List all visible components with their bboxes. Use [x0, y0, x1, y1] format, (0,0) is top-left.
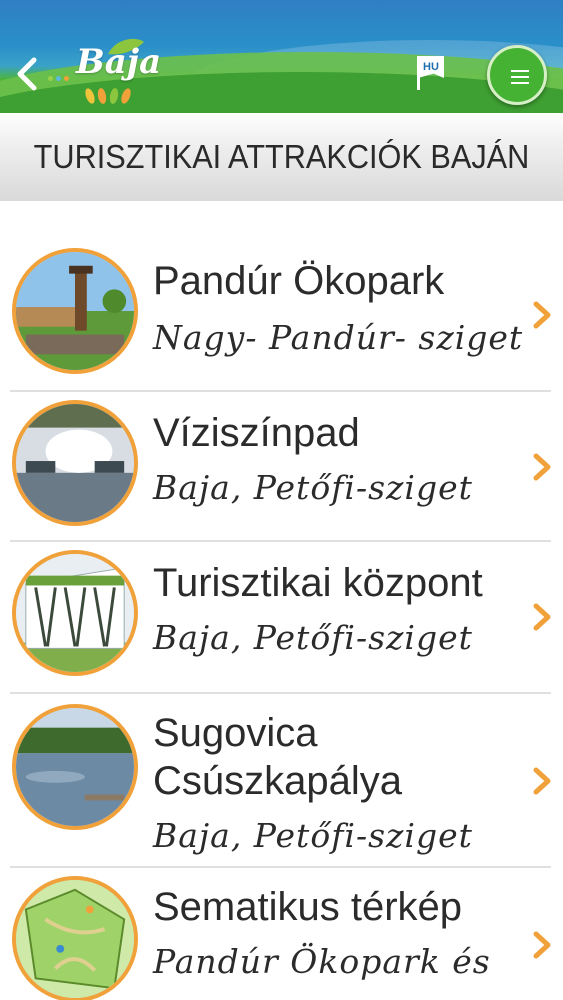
tourist-center-image — [16, 554, 134, 672]
hamburger-icon — [511, 82, 529, 84]
logo-text: Baja — [76, 42, 162, 82]
fountain-stage-image — [16, 404, 134, 522]
baja-logo: Baja — [48, 36, 162, 108]
language-button[interactable]: HU — [414, 56, 448, 90]
river-slipway-image — [16, 708, 134, 826]
title-bar: TURISZTIKAI ATTRAKCIÓK BAJÁN — [0, 113, 563, 201]
attraction-thumbnail — [12, 550, 138, 676]
page-title: TURISZTIKAI ATTRAKCIÓK BAJÁN — [33, 138, 530, 175]
park-tower-image — [16, 252, 134, 370]
attraction-thumbnail — [12, 400, 138, 526]
attraction-thumbnail — [12, 704, 138, 830]
chevron-right-icon — [530, 452, 554, 482]
attraction-title: Sematikus térkép — [153, 885, 463, 929]
attraction-location: Nagy- Pandúr- sziget — [153, 318, 524, 357]
chevron-left-icon — [17, 57, 37, 91]
list-item[interactable]: Turisztikai központ Baja, Petőfi-sziget — [0, 542, 563, 694]
chevron-right-icon — [530, 930, 554, 960]
list-item[interactable]: Sematikus térkép Pandúr Ökopark és — [0, 868, 563, 1000]
chevron-right-icon — [530, 300, 554, 330]
chevron-right-icon — [530, 602, 554, 632]
attractions-list: Pandúr Ökopark Nagy- Pandúr- sziget Vízi… — [0, 240, 563, 1000]
hamburger-icon — [511, 70, 529, 72]
attraction-location: Baja, Petőfi-sziget — [153, 618, 473, 657]
back-button[interactable] — [10, 54, 46, 94]
chevron-right-icon — [530, 766, 554, 796]
attraction-location: Baja, Petőfi-sziget — [153, 816, 473, 855]
attraction-location: Pandúr Ökopark és — [153, 942, 491, 981]
attraction-thumbnail — [12, 876, 138, 1000]
app-header: Baja HU — [0, 0, 563, 113]
attraction-title: Víziszínpad — [153, 411, 360, 455]
list-item[interactable]: Víziszínpad Baja, Petőfi-sziget — [0, 392, 563, 542]
hamburger-icon — [511, 76, 529, 78]
attraction-title: Pandúr Ökopark — [153, 259, 445, 303]
list-item[interactable]: Sugovica Csúszkapálya Baja, Petőfi-szige… — [0, 694, 563, 868]
logo-dots — [48, 68, 72, 86]
attraction-location: Baja, Petőfi-sziget — [153, 468, 473, 507]
flag-icon: HU — [418, 56, 444, 78]
menu-button[interactable] — [487, 45, 547, 105]
attraction-title: Turisztikai központ — [153, 561, 483, 605]
attraction-title: Csúszkapálya — [153, 759, 403, 803]
attraction-thumbnail — [12, 248, 138, 374]
attraction-title: Sugovica — [153, 711, 318, 755]
list-item[interactable]: Pandúr Ökopark Nagy- Pandúr- sziget — [0, 240, 563, 392]
park-map-image — [16, 880, 134, 998]
leaves-icon — [85, 88, 131, 104]
